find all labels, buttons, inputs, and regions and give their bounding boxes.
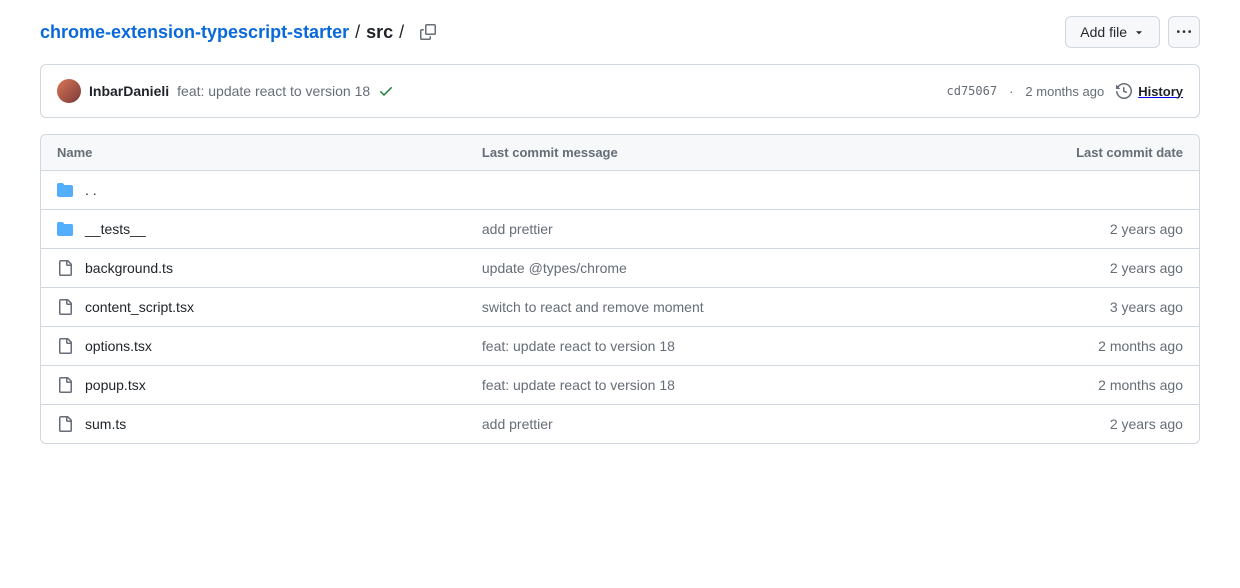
folder-icon	[57, 221, 73, 237]
file-commit-message[interactable]: feat: update react to version 18	[482, 338, 971, 354]
add-file-label: Add file	[1080, 24, 1127, 40]
file-commit-message[interactable]: update @types/chrome	[482, 260, 971, 276]
file-commit-message[interactable]: add prettier	[482, 416, 971, 432]
file-name-cell[interactable]: . .	[57, 182, 482, 198]
table-row: background.ts update @types/chrome2 years…	[41, 249, 1199, 288]
history-link[interactable]: History	[1116, 83, 1183, 99]
copy-path-button[interactable]	[414, 18, 442, 46]
header-actions: Add file	[1065, 16, 1200, 48]
table-header: Name Last commit message Last commit dat…	[41, 135, 1199, 171]
breadcrumb-current: src	[366, 22, 393, 43]
breadcrumb: chrome-extension-typescript-starter / sr…	[40, 18, 442, 46]
avatar[interactable]	[57, 79, 81, 103]
file-name-cell[interactable]: popup.tsx	[57, 377, 482, 393]
file-name-cell[interactable]: options.tsx	[57, 338, 482, 354]
copy-icon	[420, 24, 436, 40]
file-commit-date: 2 years ago	[971, 221, 1183, 237]
file-commit-date: 2 months ago	[971, 338, 1183, 354]
commit-info-left: InbarDanieli feat: update react to versi…	[57, 79, 394, 103]
file-commit-date: 2 years ago	[971, 260, 1183, 276]
table-row: sum.ts add prettier2 years ago	[41, 405, 1199, 443]
file-icon	[57, 299, 73, 315]
file-commit-message[interactable]: feat: update react to version 18	[482, 377, 971, 393]
file-commit-message[interactable]: add prettier	[482, 221, 971, 237]
commit-sha[interactable]: cd75067	[947, 84, 998, 98]
file-name: content_script.tsx	[85, 299, 194, 315]
chevron-down-icon	[1133, 26, 1145, 38]
breadcrumb-repo-link[interactable]: chrome-extension-typescript-starter	[40, 22, 349, 43]
commit-message[interactable]: feat: update react to version 18	[177, 83, 370, 99]
col-header-message: Last commit message	[482, 145, 971, 160]
file-name-cell[interactable]: background.ts	[57, 260, 482, 276]
header-row: chrome-extension-typescript-starter / sr…	[40, 16, 1200, 48]
table-row: . .	[41, 171, 1199, 210]
col-header-name: Name	[57, 145, 482, 160]
table-row: options.tsx feat: update react to version…	[41, 327, 1199, 366]
kebab-icon	[1177, 24, 1191, 40]
file-name-cell[interactable]: content_script.tsx	[57, 299, 482, 315]
file-name: popup.tsx	[85, 377, 146, 393]
table-row: __tests__ add prettier2 years ago	[41, 210, 1199, 249]
folder-icon	[57, 182, 73, 198]
history-icon	[1116, 83, 1132, 99]
file-icon	[57, 260, 73, 276]
add-file-button[interactable]: Add file	[1065, 16, 1160, 48]
breadcrumb-sep: /	[399, 22, 404, 43]
commit-author[interactable]: InbarDanieli	[89, 83, 169, 99]
breadcrumb-sep: /	[355, 22, 360, 43]
file-table: Name Last commit message Last commit dat…	[40, 134, 1200, 444]
file-name: . .	[85, 182, 97, 198]
file-commit-date: 2 years ago	[971, 416, 1183, 432]
file-icon	[57, 338, 73, 354]
file-name: sum.ts	[85, 416, 126, 432]
commit-info-right: cd75067 · 2 months ago History	[947, 83, 1184, 99]
file-commit-message[interactable]: switch to react and remove moment	[482, 299, 971, 315]
history-label: History	[1138, 84, 1183, 99]
col-header-date: Last commit date	[971, 145, 1183, 160]
file-icon	[57, 377, 73, 393]
dot-sep: ·	[1009, 84, 1013, 99]
file-commit-date: 3 years ago	[971, 299, 1183, 315]
file-name-cell[interactable]: sum.ts	[57, 416, 482, 432]
file-commit-date: 2 months ago	[971, 377, 1183, 393]
table-row: content_script.tsx switch to react and re…	[41, 288, 1199, 327]
file-name-cell[interactable]: __tests__	[57, 221, 482, 237]
more-actions-button[interactable]	[1168, 16, 1200, 48]
file-name: options.tsx	[85, 338, 152, 354]
file-name: __tests__	[85, 221, 146, 237]
file-icon	[57, 416, 73, 432]
commit-time: 2 months ago	[1025, 84, 1104, 99]
table-row: popup.tsx feat: update react to version 1…	[41, 366, 1199, 405]
check-icon[interactable]	[378, 83, 394, 99]
latest-commit-bar: InbarDanieli feat: update react to versi…	[40, 64, 1200, 118]
file-name: background.ts	[85, 260, 173, 276]
